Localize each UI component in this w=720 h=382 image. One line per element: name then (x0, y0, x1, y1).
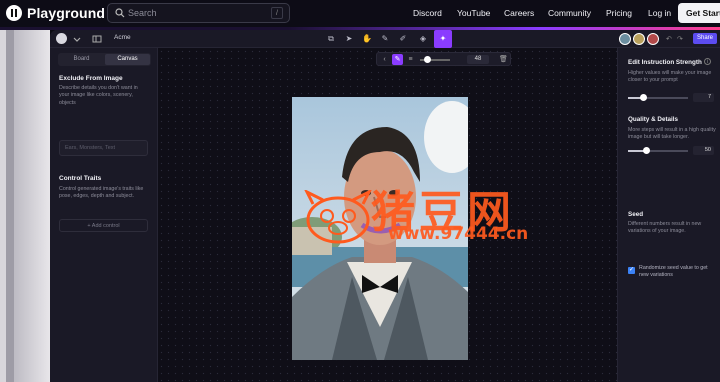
magic-wand-icon[interactable]: ✦ (434, 30, 452, 48)
instruction-strength-value[interactable]: 7 (693, 93, 714, 102)
nav-youtube[interactable]: YouTube (457, 8, 490, 18)
exclude-description: Describe details you don't want in your … (59, 85, 138, 106)
crop-icon[interactable]: ⧉ (325, 33, 337, 45)
chevron-down-icon[interactable] (72, 34, 82, 44)
editor-window: Acme ⧉ ➤ ✋ ✎ ✐ ◈ ✦ ↶ ↷ Share Board Canva… (50, 30, 720, 382)
share-button[interactable]: Share (693, 33, 717, 44)
nav-login[interactable]: Log in (648, 8, 671, 18)
nav-pricing[interactable]: Pricing (606, 8, 632, 18)
exclude-placeholder: Ears, Monsters, Text (65, 145, 116, 151)
nav-discord[interactable]: Discord (413, 8, 442, 18)
site-header: Playground Search / Discord YouTube Care… (0, 0, 720, 27)
brush-icon[interactable]: ✎ (392, 54, 403, 65)
nav-community[interactable]: Community (548, 8, 591, 18)
canvas-area[interactable]: ‹ ✎ ≡ 48 🗑 猪豆网 www.97444.cn (158, 48, 617, 382)
brush-size-slider[interactable] (420, 56, 450, 63)
trash-icon[interactable]: 🗑 (498, 54, 509, 65)
avatar[interactable] (633, 33, 645, 45)
seed-description: Different numbers result in new variatio… (628, 221, 702, 235)
right-panel: Edit Instruction Strength i Higher value… (617, 48, 720, 382)
view-toggle: Board Canvas (58, 53, 151, 66)
playground-logo-icon[interactable] (6, 5, 22, 21)
avatar[interactable] (619, 33, 631, 45)
background-blur (0, 30, 50, 382)
control-traits-description: Control generated image's traits like po… (59, 186, 144, 200)
quality-description: More steps will result in a high quality… (628, 127, 716, 141)
fill-icon[interactable]: ◈ (417, 33, 429, 45)
tab-canvas[interactable]: Canvas (105, 54, 150, 65)
randomize-seed-checkbox[interactable]: ✓ (628, 267, 635, 274)
randomize-seed-label: Randomize seed value to get new variatio… (639, 265, 708, 279)
left-panel: Board Canvas Exclude From Image Describe… (50, 48, 158, 382)
hand-icon[interactable]: ✋ (361, 33, 373, 45)
instruction-strength-description: Higher values will make your image close… (628, 70, 712, 84)
instruction-strength-slider[interactable] (628, 94, 688, 101)
avatar[interactable] (647, 33, 659, 45)
watermark-url: www.97444.cn (388, 224, 529, 244)
editor-logo-icon[interactable] (56, 33, 67, 44)
quality-slider[interactable] (628, 147, 688, 154)
search-icon (115, 8, 125, 18)
editor-header: Acme ⧉ ➤ ✋ ✎ ✐ ◈ ✦ ↶ ↷ Share (50, 30, 720, 48)
select-arrow-icon[interactable]: ➤ (343, 33, 355, 45)
exclude-input[interactable]: Ears, Monsters, Text (59, 140, 148, 156)
seed-title: Seed (628, 211, 644, 218)
brush-icon[interactable]: ✐ (397, 33, 409, 45)
edit-icon[interactable]: ✎ (379, 33, 391, 45)
control-traits-title: Control Traits (59, 175, 102, 182)
watermark-pig-logo-icon (304, 190, 372, 244)
brush-size-icon[interactable]: ≡ (405, 54, 416, 65)
redo-icon[interactable]: ↷ (677, 35, 683, 43)
undo-icon[interactable]: ↶ (666, 35, 672, 43)
project-name[interactable]: Acme (114, 34, 131, 41)
instruction-strength-title: Edit Instruction Strength (628, 59, 702, 66)
canvas-toolbar: ‹ ✎ ≡ 48 🗑 (376, 52, 511, 66)
search-placeholder: Search (128, 8, 157, 18)
quality-title: Quality & Details (628, 116, 679, 123)
get-started-button[interactable]: Get Start (678, 3, 720, 23)
brand-name[interactable]: Playground (27, 5, 105, 21)
search-shortcut: / (271, 7, 283, 19)
sidebar-toggle-icon[interactable] (92, 34, 102, 44)
brush-size-value[interactable]: 48 (467, 55, 489, 64)
tab-board[interactable]: Board (59, 54, 104, 65)
nav-careers[interactable]: Careers (504, 8, 534, 18)
collapse-icon[interactable]: ‹ (379, 54, 390, 65)
search-input[interactable]: Search / (107, 3, 290, 23)
add-control-button[interactable]: + Add control (59, 219, 148, 232)
info-icon[interactable]: i (704, 58, 711, 65)
quality-value[interactable]: 50 (693, 146, 714, 155)
exclude-title: Exclude From Image (59, 75, 123, 82)
